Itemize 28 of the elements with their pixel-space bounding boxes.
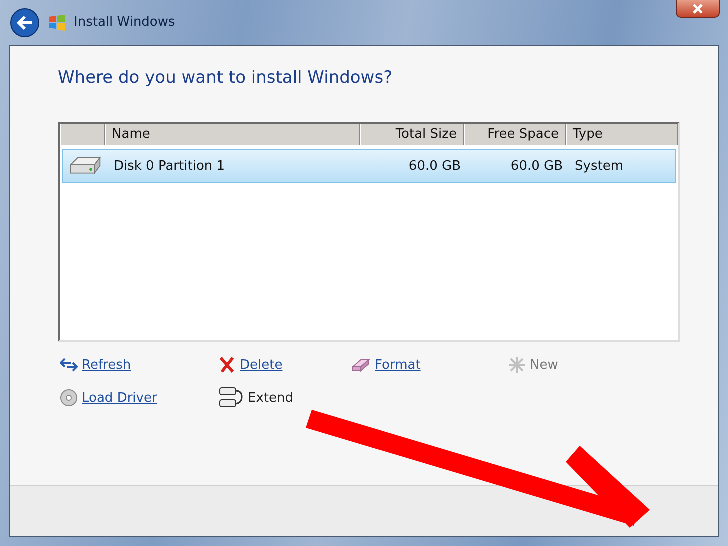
table-cell-text: System — [574, 158, 624, 176]
hard-drive-icon — [69, 155, 102, 177]
action-link[interactable]: Delete — [218, 356, 283, 374]
action-button[interactable]: Extend — [218, 386, 294, 410]
sparkle-icon — [508, 356, 526, 374]
back-button[interactable] — [10, 8, 40, 38]
drives-icon — [218, 386, 244, 410]
eraser-icon — [351, 357, 371, 373]
table-row[interactable]: Disk 0 Partition 1 60.0 GB 60.0 GB System — [62, 149, 676, 183]
table-cell-text: 60.0 GB — [408, 158, 462, 176]
action-link[interactable]: Format — [351, 356, 421, 374]
refresh-icon — [60, 357, 78, 373]
close-icon — [692, 4, 704, 14]
column-header[interactable]: Type — [566, 124, 678, 145]
action-link[interactable]: Load Driver — [60, 386, 158, 410]
table-cell-text: Disk 0 Partition 1 — [113, 158, 226, 176]
blank-column-header — [60, 124, 105, 145]
table-cell-text: 60.0 GB — [510, 158, 564, 176]
action-link[interactable]: Refresh — [60, 356, 132, 374]
x-icon — [218, 356, 236, 374]
window-title: Install Windows — [74, 15, 176, 30]
close-button[interactable] — [676, 0, 720, 18]
column-header[interactable]: Free Space — [464, 124, 566, 145]
page-heading: Where do you want to install Windows? — [58, 68, 394, 88]
windows-flag-icon — [48, 14, 66, 30]
disc-icon — [60, 389, 78, 407]
column-header[interactable]: Name — [105, 124, 360, 145]
column-header[interactable]: Total Size — [360, 124, 464, 145]
